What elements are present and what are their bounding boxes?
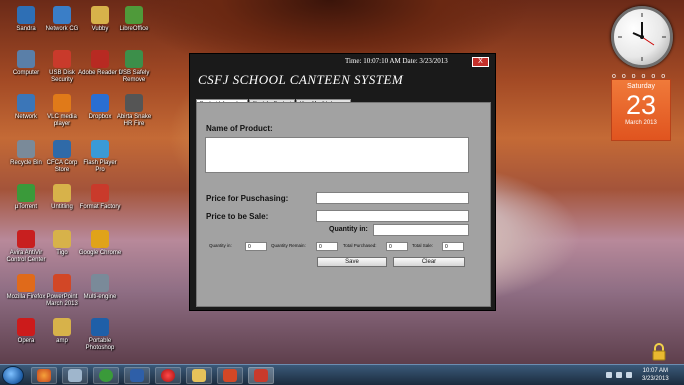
price-sale-label: Price to be Sale: bbox=[206, 212, 269, 221]
price-sale-input[interactable] bbox=[316, 210, 469, 222]
qty-in-small-label: Quantity in: bbox=[209, 243, 232, 248]
app-shortcut-icon bbox=[17, 140, 35, 158]
total-sale-label: Total Sale: bbox=[412, 243, 434, 248]
taskbar-explorer[interactable] bbox=[62, 367, 88, 384]
app-shortcut-icon bbox=[53, 230, 71, 248]
app-shortcut-icon bbox=[91, 50, 109, 68]
app-shortcut-icon bbox=[53, 274, 71, 292]
tray-volume-icon[interactable] bbox=[626, 372, 632, 378]
app-titlebar: Time: 10:07:10 AM Date: 3/23/2013 X bbox=[190, 54, 495, 69]
desktop-icon[interactable]: USB Safely Remove bbox=[112, 50, 156, 84]
calendar-gadget: Saturday 23 March 2013 bbox=[611, 79, 671, 141]
app-shortcut-icon bbox=[53, 140, 71, 158]
tray-time: 10:07 AM bbox=[642, 368, 669, 374]
product-name-label: Name of Product: bbox=[206, 124, 273, 133]
app-shortcut-icon bbox=[91, 6, 109, 24]
taskbar-opera[interactable] bbox=[155, 367, 181, 384]
utorrent-icon bbox=[99, 369, 113, 382]
tray-clock[interactable]: 10:07 AM 3/23/2013 bbox=[642, 367, 669, 383]
close-button[interactable]: X bbox=[472, 57, 489, 67]
app-shortcut-icon bbox=[17, 184, 35, 202]
clear-button[interactable]: Clear bbox=[393, 257, 465, 267]
desktop-icon[interactable]: LibreOffice bbox=[112, 6, 156, 33]
app-shortcut-icon bbox=[125, 6, 143, 24]
product-info-panel: Name of Product: Price for Puschasing: P… bbox=[196, 102, 491, 307]
tray-network-icon[interactable] bbox=[616, 372, 622, 378]
desktop-icon-label: Flash Player Pro bbox=[83, 160, 117, 173]
quantity-in-label: Quantity in: bbox=[329, 226, 368, 233]
app-shortcut-icon bbox=[17, 94, 35, 112]
app-shortcut-icon bbox=[17, 274, 35, 292]
app-shortcut-icon bbox=[91, 230, 109, 248]
app-shortcut-icon bbox=[53, 50, 71, 68]
desktop-icon-label: Multi-engine bbox=[83, 294, 117, 300]
desktop-icon[interactable]: Portable Photoshop bbox=[78, 318, 122, 352]
canteen-app-window: Time: 10:07:10 AM Date: 3/23/2013 X CSFJ… bbox=[189, 53, 496, 311]
folder-icon bbox=[192, 369, 206, 382]
desktop-icon[interactable]: Multi-engine bbox=[78, 274, 122, 301]
datetime-display: Time: 10:07:10 AM Date: 3/23/2013 bbox=[345, 57, 448, 65]
desktop-icon-label: Abirta Snake HR Fire bbox=[116, 114, 152, 127]
total-purchase-label: Total Purchased: bbox=[343, 243, 377, 248]
start-button[interactable] bbox=[2, 366, 24, 385]
app-shortcut-icon bbox=[91, 94, 109, 112]
opera-icon bbox=[161, 369, 175, 382]
calendar-date: 23 bbox=[625, 90, 657, 120]
app-shortcut-icon bbox=[53, 94, 71, 112]
app-shortcut-icon bbox=[125, 50, 143, 68]
app-shortcut-icon bbox=[91, 184, 109, 202]
desktop-icon-label: Portable Photoshop bbox=[85, 338, 115, 351]
app-shortcut-icon bbox=[17, 230, 35, 248]
price-purchase-input[interactable] bbox=[316, 192, 469, 204]
taskbar-canteen-app[interactable] bbox=[248, 367, 274, 384]
app-shortcut-icon bbox=[125, 94, 143, 112]
taskbar-utorrent[interactable] bbox=[93, 367, 119, 384]
qty-in-output: 0 bbox=[245, 242, 267, 251]
firefox-icon bbox=[37, 369, 51, 382]
app-shortcut-icon bbox=[17, 50, 35, 68]
price-purchase-label: Price for Puschasing: bbox=[206, 194, 289, 203]
desktop-icon-label: Format Factory bbox=[79, 204, 121, 210]
network-icon bbox=[68, 369, 82, 382]
app-shortcut-icon bbox=[53, 184, 71, 202]
taskbar: 10:07 AM 3/23/2013 bbox=[0, 364, 684, 385]
quantity-in-input[interactable] bbox=[373, 224, 469, 236]
desktop-icon-label: LibreOffice bbox=[119, 26, 149, 32]
product-name-input[interactable] bbox=[205, 137, 469, 173]
desktop-icon[interactable]: Google Chrome bbox=[78, 230, 122, 257]
app-shortcut-icon bbox=[53, 6, 71, 24]
save-button[interactable]: Save bbox=[317, 257, 387, 267]
taskbar-firefox[interactable] bbox=[31, 367, 57, 384]
taskbar-powerpoint[interactable] bbox=[217, 367, 243, 384]
qty-remain-label: Quantity Remain: bbox=[271, 243, 306, 248]
tray-flag-icon[interactable] bbox=[606, 372, 612, 378]
app-shortcut-icon bbox=[17, 6, 35, 24]
app-shortcut-icon bbox=[17, 318, 35, 336]
desktop-icon[interactable]: Abirta Snake HR Fire bbox=[112, 94, 156, 128]
total-sale-output: 0 bbox=[442, 242, 464, 251]
calendar-day: Saturday bbox=[626, 83, 656, 90]
lock-icon bbox=[652, 343, 666, 361]
desktop-icon-label: Google Chrome bbox=[78, 250, 122, 256]
app-shortcut-icon bbox=[91, 140, 109, 158]
qty-remain-output: 0 bbox=[316, 242, 338, 251]
app-shortcut-icon bbox=[91, 318, 109, 336]
total-purchase-output: 0 bbox=[386, 242, 408, 251]
app-window-icon bbox=[254, 369, 268, 382]
desktop-icon-label: USB Safely Remove bbox=[118, 70, 150, 83]
taskbar-folder[interactable] bbox=[186, 367, 212, 384]
desktop-icon[interactable]: Flash Player Pro bbox=[78, 140, 122, 174]
desktop-icon[interactable]: Format Factory bbox=[78, 184, 122, 211]
tab-bar: Product InformationStock for ProductView… bbox=[196, 92, 352, 108]
document-icon bbox=[130, 369, 144, 382]
clock-face-icon bbox=[618, 13, 666, 61]
clock-gadget bbox=[611, 6, 673, 68]
powerpoint-icon bbox=[223, 369, 237, 382]
calendar-month: March 2013 bbox=[625, 120, 657, 126]
app-shortcut-icon bbox=[91, 274, 109, 292]
app-shortcut-icon bbox=[53, 318, 71, 336]
tray-date: 3/23/2013 bbox=[642, 376, 669, 382]
app-title: CSFJ SCHOOL CANTEEN SYSTEM bbox=[198, 72, 404, 87]
taskbar-word[interactable] bbox=[124, 367, 150, 384]
